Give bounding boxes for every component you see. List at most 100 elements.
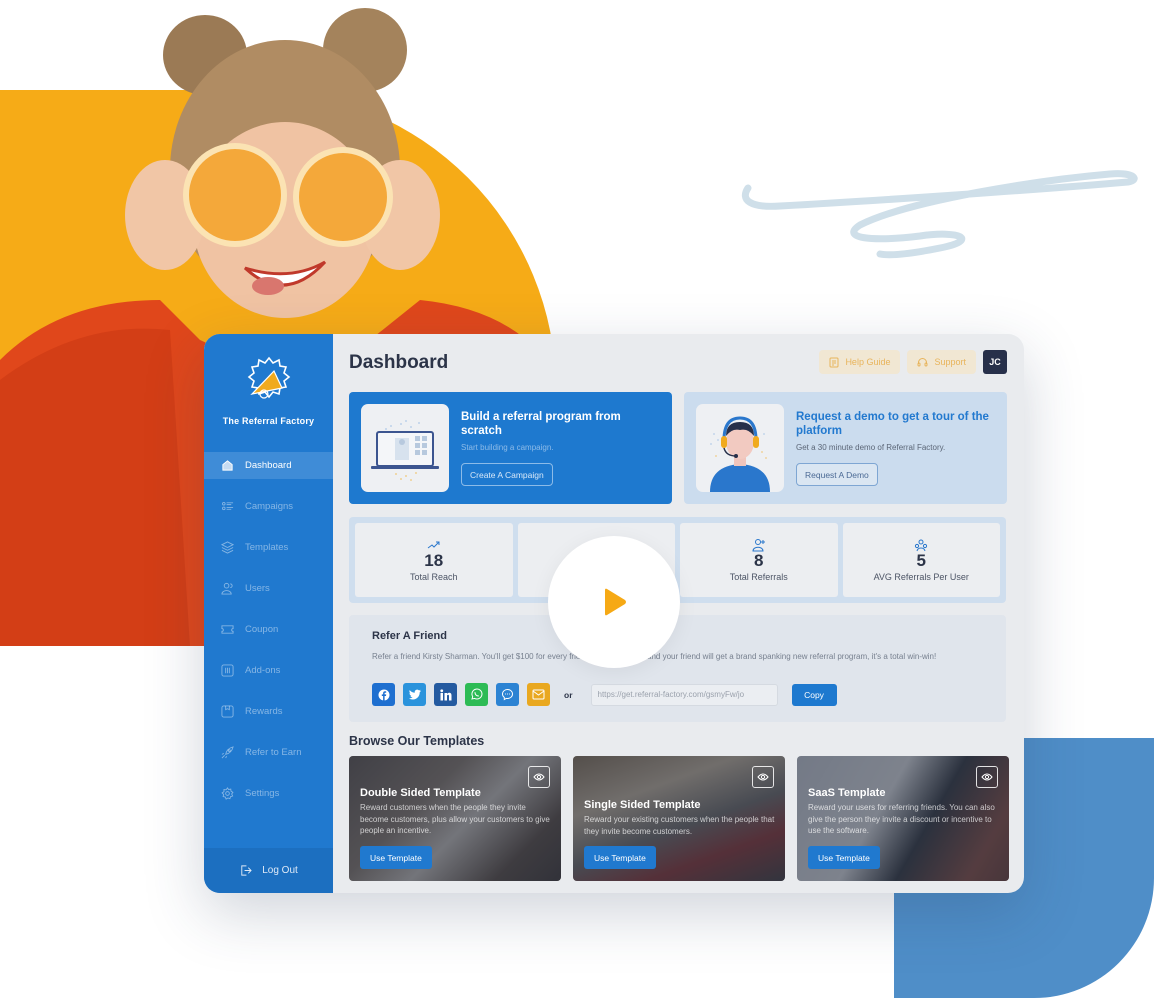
request-demo-button[interactable]: Request A Demo: [796, 463, 878, 486]
book-icon: [829, 357, 839, 367]
help-guide-button[interactable]: Help Guide: [819, 350, 901, 374]
demo-card-title: Request a demo to get a tour of the plat…: [796, 411, 989, 437]
build-card-title: Build a referral program from scratch: [461, 411, 621, 437]
support-button[interactable]: Support: [907, 350, 976, 374]
stat-total-referrals: 8 Total Referrals: [680, 523, 838, 597]
sidebar-item-rewards[interactable]: Rewards: [204, 698, 333, 725]
use-template-button[interactable]: Use Template: [584, 846, 656, 869]
share-twitter-button[interactable]: [403, 683, 426, 706]
sidebar-item-campaigns[interactable]: Campaigns: [204, 493, 333, 520]
squiggle-decoration: [741, 170, 1138, 259]
browse-templates-title: Browse Our Templates: [349, 734, 485, 748]
stat-value: 8: [754, 551, 764, 570]
sidebar-item-label: Dashboard: [245, 460, 292, 471]
sidebar-item-coupon[interactable]: Coupon: [204, 616, 333, 643]
build-program-card: Build a referral program from scratch St…: [349, 392, 672, 504]
stat-avg-referrals: 5 AVG Referrals Per User: [842, 523, 1000, 597]
help-guide-label: Help Guide: [845, 357, 891, 367]
sidebar-item-users[interactable]: Users: [204, 575, 333, 602]
logout-label: Log Out: [262, 865, 298, 876]
preview-eye-button[interactable]: [752, 766, 774, 788]
sidebar-item-refer-to-earn[interactable]: Refer to Earn: [204, 739, 333, 766]
twitter-icon: [408, 689, 421, 700]
request-demo-card: Request a demo to get a tour of the plat…: [684, 392, 1007, 504]
support-agent-illustration: [696, 404, 784, 492]
stat-total-reach: 18 Total Reach: [355, 523, 513, 597]
top-actions: Help Guide Support JC: [819, 350, 1007, 374]
gift-box-icon: [220, 705, 234, 719]
rocket-icon: [220, 746, 234, 760]
eye-icon: [533, 773, 545, 781]
whatsapp-icon: [471, 688, 483, 700]
referral-link-input[interactable]: [590, 683, 778, 706]
refer-a-friend-panel: Refer A Friend Refer a friend Kirsty Sha…: [349, 615, 1006, 722]
template-card-saas[interactable]: SaaS Template Reward your users for refe…: [797, 756, 1009, 881]
laptop-illustration: [361, 404, 449, 492]
share-email-button[interactable]: [527, 683, 550, 706]
logout-button[interactable]: Log Out: [204, 848, 333, 893]
sidebar-item-dashboard[interactable]: Dashboard: [204, 452, 333, 479]
facebook-icon: [378, 689, 389, 700]
users-icon: [220, 582, 234, 596]
addons-icon: [220, 664, 234, 678]
template-description: Reward your users for referring friends.…: [808, 803, 995, 835]
share-facebook-button[interactable]: [372, 683, 395, 706]
stat-label: Total Referrals: [729, 572, 788, 582]
share-whatsapp-button[interactable]: [465, 683, 488, 706]
use-template-button[interactable]: Use Template: [360, 846, 432, 869]
play-video-button[interactable]: [548, 536, 680, 668]
sidebar-nav: Dashboard Campaigns Templates Users Coup…: [204, 452, 333, 821]
brand-name: The Referral Factory: [222, 416, 315, 426]
linkedin-icon: [439, 688, 451, 700]
template-description: Reward your existing customers when the …: [584, 815, 775, 836]
users-group-icon: [915, 539, 928, 552]
template-title: Double Sided Template: [360, 787, 481, 799]
sidebar-item-templates[interactable]: Templates: [204, 534, 333, 561]
refer-description: Refer a friend Kirsty Sharman. You'll ge…: [372, 652, 937, 661]
sidebar-item-label: Templates: [245, 542, 289, 553]
logout-icon: [241, 865, 252, 876]
stat-label: Total Reach: [409, 572, 458, 582]
use-template-button[interactable]: Use Template: [808, 846, 880, 869]
sidebar-item-add-ons[interactable]: Add-ons: [204, 657, 333, 684]
template-card-single-sided[interactable]: Single Sided Template Reward your existi…: [573, 756, 785, 881]
megaphone-logo-icon: [247, 356, 290, 399]
trending-up-icon: [427, 541, 440, 549]
gear-icon: [220, 787, 234, 801]
stat-label: AVG Referrals Per User: [873, 572, 969, 582]
share-linkedin-button[interactable]: [434, 683, 457, 706]
demo-card-subtitle: Get a 30 minute demo of Referral Factory…: [796, 443, 946, 452]
sidebar-item-label: Refer to Earn: [245, 747, 302, 758]
sidebar-item-settings[interactable]: Settings: [204, 780, 333, 807]
user-avatar[interactable]: JC: [983, 350, 1007, 374]
template-card-double-sided[interactable]: Double Sided Template Reward customers w…: [349, 756, 561, 881]
ticket-icon: [220, 623, 234, 637]
preview-eye-button[interactable]: [528, 766, 550, 788]
copy-link-button[interactable]: Copy: [791, 683, 837, 706]
create-campaign-button[interactable]: Create A Campaign: [461, 463, 553, 486]
brand-logo[interactable]: The Referral Factory: [204, 354, 333, 426]
refer-title: Refer A Friend: [372, 630, 447, 642]
layers-icon: [220, 541, 234, 555]
play-icon: [605, 588, 626, 616]
sidebar-item-label: Campaigns: [245, 501, 294, 512]
eye-icon: [757, 773, 769, 781]
build-card-subtitle: Start building a campaign.: [461, 443, 554, 452]
template-title: Single Sided Template: [584, 799, 701, 811]
template-title: SaaS Template: [808, 787, 886, 799]
template-description: Reward customers when the people they in…: [360, 803, 550, 835]
share-messenger-button[interactable]: [496, 683, 519, 706]
preview-eye-button[interactable]: [976, 766, 998, 788]
sidebar-item-label: Add-ons: [245, 665, 281, 676]
email-icon: [532, 689, 545, 700]
sidebar-item-label: Settings: [245, 788, 280, 799]
share-row: or Copy: [372, 683, 837, 706]
user-plus-icon: [752, 539, 765, 552]
eye-icon: [981, 773, 993, 781]
stat-value: 5: [916, 551, 926, 570]
sidebar-item-label: Coupon: [245, 624, 279, 635]
sidebar-item-label: Rewards: [245, 706, 283, 717]
home-icon: [220, 459, 234, 473]
stat-value: 18: [424, 551, 444, 570]
messenger-icon: [501, 688, 514, 701]
